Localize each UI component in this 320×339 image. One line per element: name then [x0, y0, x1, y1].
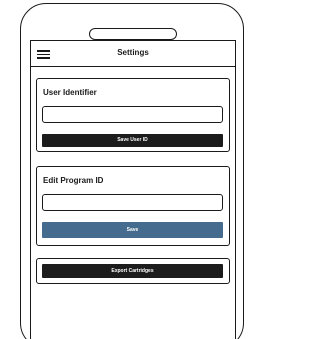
app-header: Settings — [31, 41, 235, 67]
program-id-input[interactable] — [42, 194, 223, 211]
user-identifier-input[interactable] — [42, 106, 223, 123]
program-id-label: Edit Program ID — [43, 176, 104, 185]
export-card: Export Cartridges — [36, 258, 230, 284]
page: Settings User Identifier Save User ID Ed… — [0, 0, 244, 339]
phone-frame: Settings User Identifier Save User ID Ed… — [20, 3, 244, 339]
program-id-card: Edit Program ID Save — [36, 166, 230, 246]
app-screen: Settings User Identifier Save User ID Ed… — [30, 40, 236, 339]
export-cartridges-button[interactable]: Export Cartridges — [42, 264, 223, 278]
speaker-slot — [89, 28, 177, 40]
user-identifier-label: User Identifier — [43, 88, 97, 97]
page-title: Settings — [117, 48, 149, 57]
user-identifier-card: User Identifier Save User ID — [36, 78, 230, 152]
save-program-id-button[interactable]: Save — [42, 222, 223, 238]
save-user-id-button[interactable]: Save User ID — [42, 134, 223, 147]
